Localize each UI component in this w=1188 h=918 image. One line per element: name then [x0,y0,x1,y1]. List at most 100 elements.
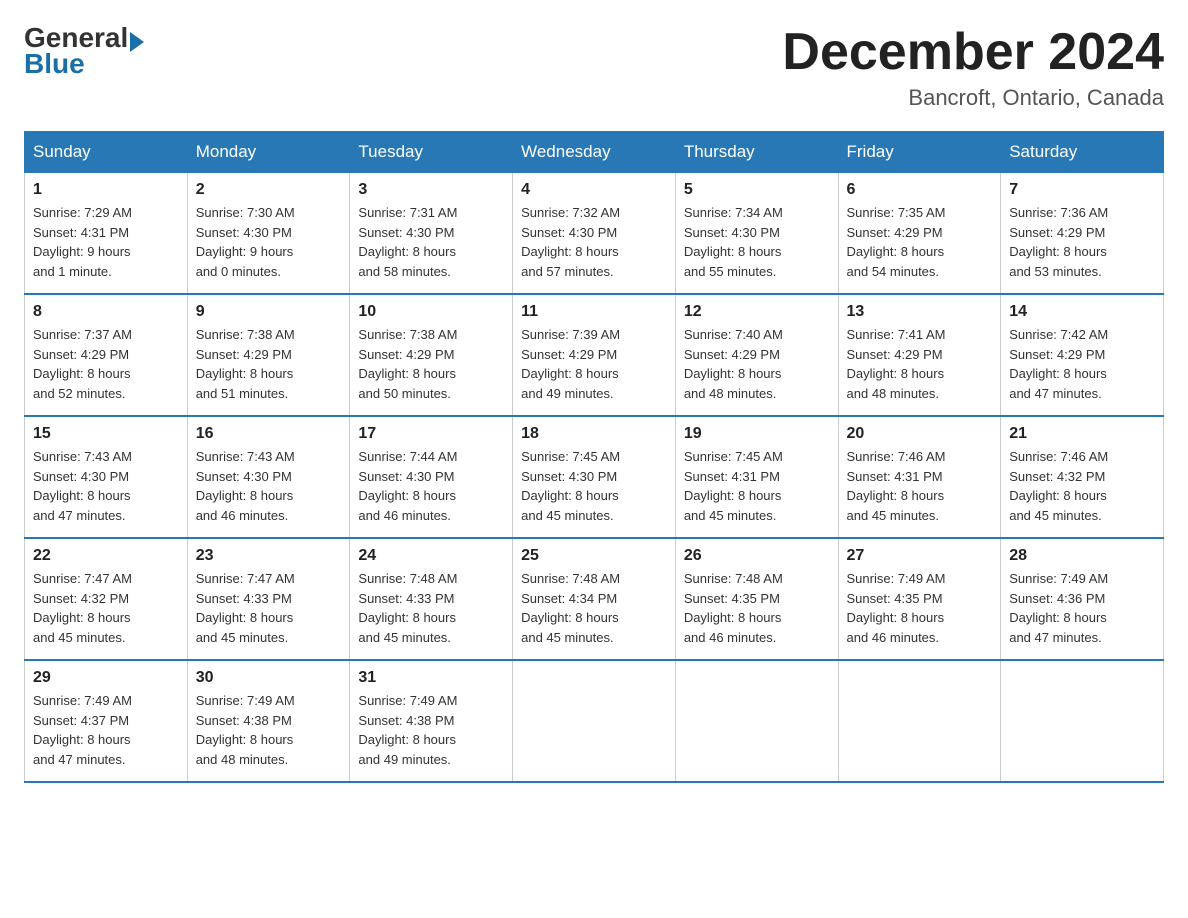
logo-blue-text: Blue [24,48,85,80]
calendar-cell: 15 Sunrise: 7:43 AMSunset: 4:30 PMDayligh… [25,416,188,538]
day-info: Sunrise: 7:47 AMSunset: 4:33 PMDaylight:… [196,569,342,647]
day-info: Sunrise: 7:49 AMSunset: 4:36 PMDaylight:… [1009,569,1155,647]
day-info: Sunrise: 7:30 AMSunset: 4:30 PMDaylight:… [196,203,342,281]
calendar-week-1: 1 Sunrise: 7:29 AMSunset: 4:31 PMDaylight… [25,173,1164,295]
col-header-wednesday: Wednesday [513,132,676,173]
day-info: Sunrise: 7:48 AMSunset: 4:34 PMDaylight:… [521,569,667,647]
calendar-cell: 20 Sunrise: 7:46 AMSunset: 4:31 PMDayligh… [838,416,1001,538]
day-info: Sunrise: 7:49 AMSunset: 4:37 PMDaylight:… [33,691,179,769]
calendar-cell: 22 Sunrise: 7:47 AMSunset: 4:32 PMDayligh… [25,538,188,660]
calendar-cell [838,660,1001,782]
day-number: 23 [196,547,342,565]
day-number: 7 [1009,181,1155,199]
day-number: 20 [847,425,993,443]
day-number: 15 [33,425,179,443]
day-info: Sunrise: 7:38 AMSunset: 4:29 PMDaylight:… [196,325,342,403]
day-info: Sunrise: 7:29 AMSunset: 4:31 PMDaylight:… [33,203,179,281]
calendar-cell: 27 Sunrise: 7:49 AMSunset: 4:35 PMDayligh… [838,538,1001,660]
day-info: Sunrise: 7:35 AMSunset: 4:29 PMDaylight:… [847,203,993,281]
calendar-cell: 17 Sunrise: 7:44 AMSunset: 4:30 PMDayligh… [350,416,513,538]
day-number: 27 [847,547,993,565]
day-info: Sunrise: 7:37 AMSunset: 4:29 PMDaylight:… [33,325,179,403]
calendar-week-2: 8 Sunrise: 7:37 AMSunset: 4:29 PMDaylight… [25,294,1164,416]
calendar-cell: 5Sunrise: 7:34 AMSunset: 4:30 PMDaylight… [675,173,838,295]
day-info: Sunrise: 7:40 AMSunset: 4:29 PMDaylight:… [684,325,830,403]
logo-arrow-icon [130,32,144,52]
calendar-cell: 4 Sunrise: 7:32 AMSunset: 4:30 PMDaylight… [513,173,676,295]
calendar-cell: 2 Sunrise: 7:30 AMSunset: 4:30 PMDaylight… [187,173,350,295]
day-info: Sunrise: 7:49 AMSunset: 4:35 PMDaylight:… [847,569,993,647]
day-info: Sunrise: 7:36 AMSunset: 4:29 PMDaylight:… [1009,203,1155,281]
calendar-cell: 24Sunrise: 7:48 AMSunset: 4:33 PMDayligh… [350,538,513,660]
logo: General Blue [24,24,144,80]
col-header-thursday: Thursday [675,132,838,173]
col-header-tuesday: Tuesday [350,132,513,173]
day-info: Sunrise: 7:48 AMSunset: 4:35 PMDaylight:… [684,569,830,647]
day-number: 16 [196,425,342,443]
title-section: December 2024 Bancroft, Ontario, Canada [782,24,1164,111]
calendar-cell [513,660,676,782]
calendar-cell: 11 Sunrise: 7:39 AMSunset: 4:29 PMDayligh… [513,294,676,416]
page-header: General Blue December 2024 Bancroft, Ont… [24,24,1164,111]
calendar-cell: 8 Sunrise: 7:37 AMSunset: 4:29 PMDaylight… [25,294,188,416]
calendar-cell: 1 Sunrise: 7:29 AMSunset: 4:31 PMDaylight… [25,173,188,295]
day-info: Sunrise: 7:31 AMSunset: 4:30 PMDaylight:… [358,203,504,281]
day-info: Sunrise: 7:44 AMSunset: 4:30 PMDaylight:… [358,447,504,525]
calendar-cell: 9Sunrise: 7:38 AMSunset: 4:29 PMDaylight… [187,294,350,416]
day-info: Sunrise: 7:45 AMSunset: 4:30 PMDaylight:… [521,447,667,525]
calendar-cell: 26 Sunrise: 7:48 AMSunset: 4:35 PMDayligh… [675,538,838,660]
day-info: Sunrise: 7:49 AMSunset: 4:38 PMDaylight:… [358,691,504,769]
calendar-cell: 28Sunrise: 7:49 AMSunset: 4:36 PMDayligh… [1001,538,1164,660]
calendar-cell: 7 Sunrise: 7:36 AMSunset: 4:29 PMDaylight… [1001,173,1164,295]
calendar-week-4: 22 Sunrise: 7:47 AMSunset: 4:32 PMDayligh… [25,538,1164,660]
day-number: 3 [358,181,504,199]
day-number: 10 [358,303,504,321]
day-number: 14 [1009,303,1155,321]
calendar-table: SundayMondayTuesdayWednesdayThursdayFrid… [24,131,1164,783]
day-info: Sunrise: 7:32 AMSunset: 4:30 PMDaylight:… [521,203,667,281]
day-info: Sunrise: 7:42 AMSunset: 4:29 PMDaylight:… [1009,325,1155,403]
calendar-cell: 25Sunrise: 7:48 AMSunset: 4:34 PMDayligh… [513,538,676,660]
day-number: 13 [847,303,993,321]
day-number: 29 [33,669,179,687]
day-number: 17 [358,425,504,443]
day-number: 30 [196,669,342,687]
col-header-saturday: Saturday [1001,132,1164,173]
col-header-friday: Friday [838,132,1001,173]
day-info: Sunrise: 7:48 AMSunset: 4:33 PMDaylight:… [358,569,504,647]
day-info: Sunrise: 7:41 AMSunset: 4:29 PMDaylight:… [847,325,993,403]
day-number: 1 [33,181,179,199]
calendar-cell: 3 Sunrise: 7:31 AMSunset: 4:30 PMDaylight… [350,173,513,295]
day-number: 26 [684,547,830,565]
day-info: Sunrise: 7:45 AMSunset: 4:31 PMDaylight:… [684,447,830,525]
calendar-cell: 16Sunrise: 7:43 AMSunset: 4:30 PMDayligh… [187,416,350,538]
day-number: 2 [196,181,342,199]
calendar-cell: 21Sunrise: 7:46 AMSunset: 4:32 PMDayligh… [1001,416,1164,538]
calendar-cell: 14 Sunrise: 7:42 AMSunset: 4:29 PMDayligh… [1001,294,1164,416]
location-title: Bancroft, Ontario, Canada [782,85,1164,111]
col-header-monday: Monday [187,132,350,173]
col-header-sunday: Sunday [25,132,188,173]
day-number: 6 [847,181,993,199]
calendar-cell: 12Sunrise: 7:40 AMSunset: 4:29 PMDayligh… [675,294,838,416]
calendar-cell [675,660,838,782]
day-info: Sunrise: 7:46 AMSunset: 4:32 PMDaylight:… [1009,447,1155,525]
day-info: Sunrise: 7:43 AMSunset: 4:30 PMDaylight:… [33,447,179,525]
day-number: 8 [33,303,179,321]
day-info: Sunrise: 7:47 AMSunset: 4:32 PMDaylight:… [33,569,179,647]
calendar-week-3: 15 Sunrise: 7:43 AMSunset: 4:30 PMDayligh… [25,416,1164,538]
day-number: 11 [521,303,667,321]
calendar-cell [1001,660,1164,782]
day-info: Sunrise: 7:39 AMSunset: 4:29 PMDaylight:… [521,325,667,403]
calendar-cell: 29 Sunrise: 7:49 AMSunset: 4:37 PMDayligh… [25,660,188,782]
day-info: Sunrise: 7:34 AMSunset: 4:30 PMDaylight:… [684,203,830,281]
day-number: 4 [521,181,667,199]
calendar-cell: 18Sunrise: 7:45 AMSunset: 4:30 PMDayligh… [513,416,676,538]
calendar-cell: 13 Sunrise: 7:41 AMSunset: 4:29 PMDayligh… [838,294,1001,416]
day-number: 22 [33,547,179,565]
day-info: Sunrise: 7:46 AMSunset: 4:31 PMDaylight:… [847,447,993,525]
day-info: Sunrise: 7:38 AMSunset: 4:29 PMDaylight:… [358,325,504,403]
calendar-cell: 6 Sunrise: 7:35 AMSunset: 4:29 PMDaylight… [838,173,1001,295]
month-title: December 2024 [782,24,1164,81]
calendar-cell: 19Sunrise: 7:45 AMSunset: 4:31 PMDayligh… [675,416,838,538]
